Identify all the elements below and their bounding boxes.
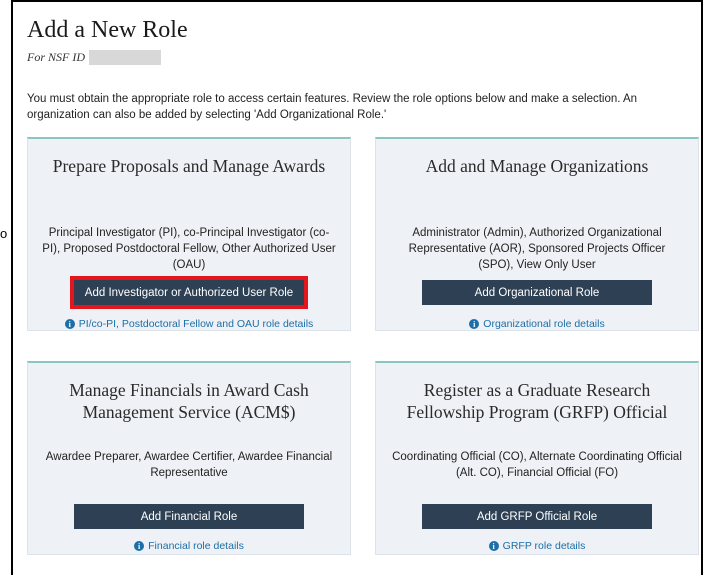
info-circle-icon: i bbox=[488, 541, 499, 551]
card-organizations: Add and Manage Organizations Administrat… bbox=[375, 137, 699, 331]
card-financials: Manage Financials in Award Cash Manageme… bbox=[27, 361, 351, 555]
link-label[interactable]: Organizational role details bbox=[483, 318, 604, 330]
add-role-panel: Add a New Role For NSF ID You must obtai… bbox=[11, 0, 703, 575]
intro-text: You must obtain the appropriate role to … bbox=[27, 93, 638, 121]
card-title: Prepare Proposals and Manage Awards bbox=[52, 156, 326, 176]
card-title: Register as a Graduate Research Fellowsh… bbox=[406, 380, 668, 422]
financial-role-details-link[interactable]: i Financial role details bbox=[28, 540, 350, 552]
nsf-id-line: For NSF ID bbox=[27, 50, 161, 65]
info-circle-icon: i bbox=[469, 319, 480, 329]
card-title: Manage Financials in Award Cash Manageme… bbox=[69, 380, 309, 422]
add-financial-role-button[interactable]: Add Financial Role bbox=[74, 504, 304, 529]
card-proposals-awards: Prepare Proposals and Manage Awards Prin… bbox=[27, 137, 351, 331]
link-label[interactable]: GRFP role details bbox=[503, 540, 586, 552]
add-investigator-role-button[interactable]: Add Investigator or Authorized User Role bbox=[70, 276, 308, 309]
card-grfp: Register as a Graduate Research Fellowsh… bbox=[375, 361, 699, 555]
card-description: Coordinating Official (CO), Alternate Co… bbox=[392, 451, 682, 479]
card-description: Administrator (Admin), Authorized Organi… bbox=[408, 227, 666, 271]
stray-text: o bbox=[0, 226, 8, 241]
info-circle-icon: i bbox=[134, 541, 145, 551]
card-description: Principal Investigator (PI), co-Principa… bbox=[42, 227, 336, 271]
pi-role-details-link[interactable]: i PI/co-PI, Postdoctoral Fellow and OAU … bbox=[28, 318, 350, 330]
link-label[interactable]: PI/co-PI, Postdoctoral Fellow and OAU ro… bbox=[79, 318, 314, 330]
page-title: Add a New Role bbox=[27, 17, 188, 43]
nsf-id-label: For NSF ID bbox=[27, 50, 85, 64]
card-title: Add and Manage Organizations bbox=[425, 156, 649, 176]
grfp-role-details-link[interactable]: i GRFP role details bbox=[376, 540, 698, 552]
link-label[interactable]: Financial role details bbox=[148, 540, 244, 552]
redacted-nsf-id bbox=[89, 50, 161, 65]
add-grfp-official-role-button[interactable]: Add GRFP Official Role bbox=[422, 504, 652, 529]
card-description: Awardee Preparer, Awardee Certifier, Awa… bbox=[45, 451, 333, 479]
organizational-role-details-link[interactable]: i Organizational role details bbox=[376, 318, 698, 330]
info-circle-icon: i bbox=[64, 319, 75, 329]
add-organizational-role-button[interactable]: Add Organizational Role bbox=[422, 280, 652, 305]
